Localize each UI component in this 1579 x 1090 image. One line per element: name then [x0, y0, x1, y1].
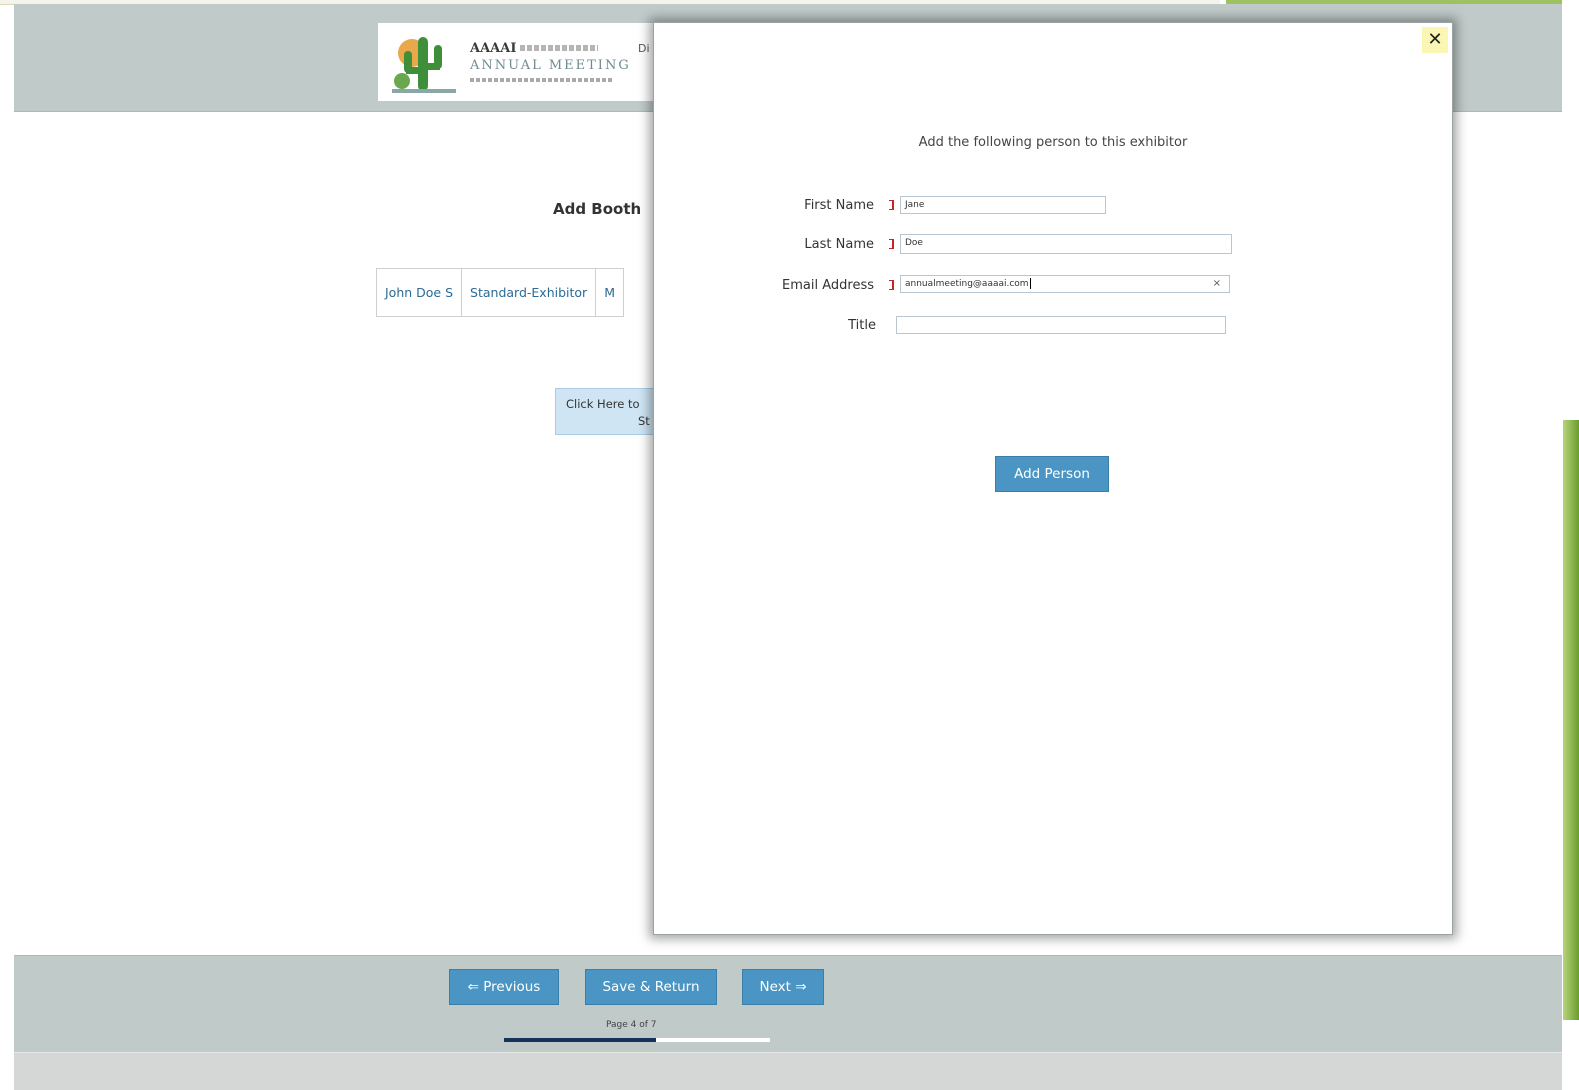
- logo-text: AAAAI ANNUAL MEETING: [470, 37, 631, 82]
- first-name-label: First Name: [804, 198, 874, 213]
- add-person-button[interactable]: Add Person: [995, 456, 1109, 492]
- required-icon: [889, 280, 894, 290]
- next-button[interactable]: Next ⇒: [742, 969, 824, 1005]
- last-name-row: Last Name Doe: [654, 234, 1452, 258]
- text-cursor: [1029, 278, 1031, 289]
- add-person-dialog: ✕ Add the following person to this exhib…: [653, 22, 1453, 935]
- add-staff-button-line2: St: [638, 414, 650, 428]
- last-name-label: Last Name: [804, 237, 874, 252]
- clear-field-icon[interactable]: ×: [1213, 276, 1221, 292]
- dialog-heading: Add the following person to this exhibit…: [918, 135, 1188, 150]
- booth-staff-table: John Doe S Standard-Exhibitor M: [376, 268, 624, 317]
- title-field[interactable]: [896, 316, 1226, 334]
- required-icon: [889, 200, 894, 210]
- title-label: Title: [848, 318, 876, 333]
- logo-title: ANNUAL MEETING: [470, 58, 631, 73]
- email-label: Email Address: [782, 278, 874, 293]
- add-staff-button-line1: Click Here to: [566, 397, 640, 411]
- progress-bar-fill: [504, 1038, 656, 1042]
- staff-name-cell[interactable]: John Doe S: [377, 269, 463, 316]
- right-edge-accent: [1563, 420, 1579, 1020]
- staff-type-cell[interactable]: Standard-Exhibitor: [462, 269, 597, 316]
- close-icon[interactable]: ✕: [1422, 27, 1448, 53]
- email-field-value: annualmeeting@aaaai.com: [905, 279, 1029, 289]
- previous-button[interactable]: ⇐ Previous: [449, 969, 559, 1005]
- cactus-logo-icon: [392, 37, 456, 93]
- meeting-logo[interactable]: AAAAI ANNUAL MEETING: [378, 23, 678, 101]
- page-title: Add Booth: [553, 200, 642, 218]
- footer-bottom-strip: [14, 1052, 1562, 1090]
- required-icon: [889, 239, 894, 249]
- add-staff-button[interactable]: Click Here to St: [555, 388, 665, 435]
- last-name-field[interactable]: Doe: [900, 234, 1232, 254]
- first-name-field[interactable]: Jane: [900, 196, 1106, 214]
- progress-bar: [504, 1038, 770, 1042]
- save-return-button[interactable]: Save & Return: [585, 969, 717, 1005]
- logo-brand-tagline: [520, 44, 599, 51]
- logo-brand: AAAAI: [470, 41, 517, 56]
- email-row: Email Address annualmeeting@aaaai.com ×: [654, 275, 1452, 299]
- staff-partial-cell[interactable]: M: [596, 269, 623, 316]
- page-indicator: Page 4 of 7: [606, 1020, 657, 1030]
- email-field[interactable]: annualmeeting@aaaai.com ×: [900, 275, 1230, 293]
- first-name-row: First Name Jane: [654, 195, 1452, 219]
- title-row: Title: [654, 315, 1452, 339]
- logo-subtitle: [470, 78, 614, 82]
- header-partial-text: Di: [638, 42, 650, 55]
